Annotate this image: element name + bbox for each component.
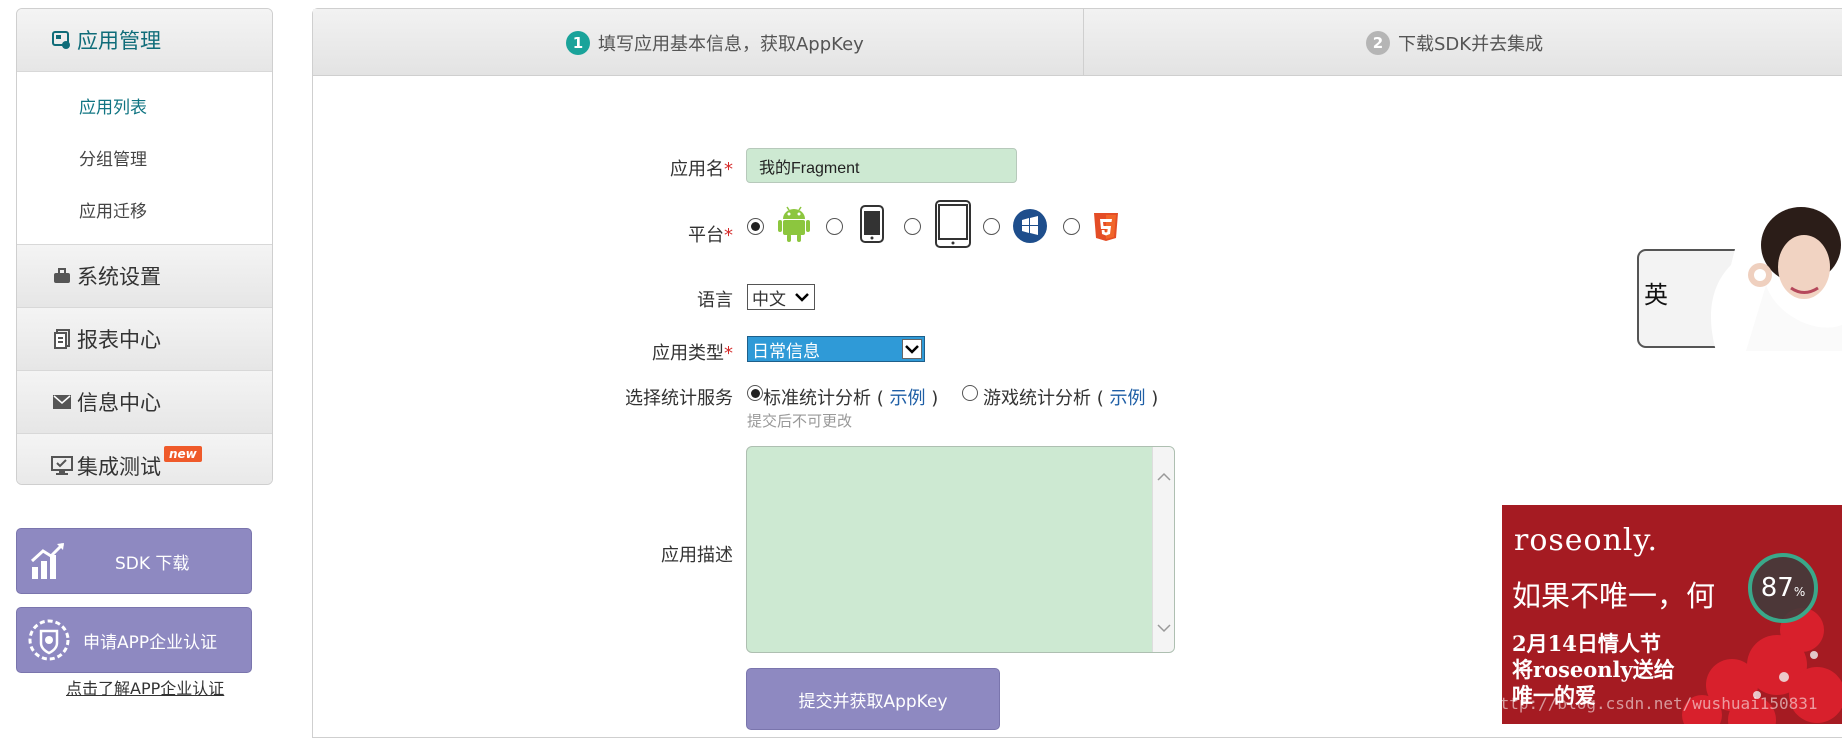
apply-enterprise-cert-button[interactable]: 申请APP企业认证 <box>16 607 252 673</box>
android-icon[interactable] <box>776 204 812 244</box>
app-name-input[interactable] <box>746 148 1017 183</box>
tablet-icon[interactable] <box>934 199 972 249</box>
sidebar-item-app-list[interactable]: 应用列表 <box>17 82 272 134</box>
game-example-link[interactable]: 示例 <box>1110 388 1146 409</box>
menu-message-center-label: 信息中心 <box>77 391 161 415</box>
step-2-number: 2 <box>1366 30 1390 55</box>
chevron-down-icon <box>902 339 922 359</box>
roseonly-promo-line-2: 将roseonly送给 <box>1512 657 1675 682</box>
performance-value: 87 <box>1760 573 1794 603</box>
app-management-icon <box>51 29 73 51</box>
app-name-label: 应用名* <box>670 155 733 181</box>
service-standard-option: 标准统计分析 ( 示例 ) <box>763 384 938 410</box>
platform-label: 平台* <box>688 221 733 247</box>
paren-open: ( <box>1096 388 1104 409</box>
envelope-icon <box>51 391 73 413</box>
roseonly-slogan: 如果不唯一，何 <box>1512 579 1716 613</box>
step-progress-bar: 1 填写应用基本信息，获取AppKey 2 下载SDK并去集成 <box>313 9 1842 76</box>
toolbox-icon <box>51 265 73 287</box>
service-hint: 提交后不可更改 <box>747 412 853 430</box>
language-select[interactable]: 中文 <box>747 284 815 310</box>
monitor-check-icon <box>51 455 73 477</box>
submit-get-appkey-button[interactable]: 提交并获取AppKey <box>746 668 1000 730</box>
app-description-textarea[interactable] <box>746 446 1175 653</box>
sdk-download-label: SDK 下载 <box>115 553 190 574</box>
app-type-label: 应用类型* <box>652 339 733 365</box>
required-mark: * <box>724 225 733 246</box>
menu-app-management-label: 应用管理 <box>77 29 161 53</box>
celebrity-ad-text: 英 <box>1644 281 1668 309</box>
blog-watermark: http://blog.csdn.net/wushuai150831 <box>1490 694 1818 713</box>
app-management-submenu: 应用列表 分组管理 应用迁移 <box>17 72 272 245</box>
standard-example-link[interactable]: 示例 <box>890 388 926 409</box>
celebrity-ad[interactable]: 英 <box>1636 205 1842 351</box>
stats-service-label: 选择统计服务 <box>625 388 733 409</box>
step-1-number: 1 <box>566 30 590 55</box>
platform-label-text: 平台 <box>688 225 724 246</box>
step-1-label: 填写应用基本信息，获取AppKey <box>598 33 864 55</box>
service-game-label: 游戏统计分析 <box>983 388 1091 409</box>
growth-chart-icon <box>25 537 73 585</box>
required-mark: * <box>724 159 733 180</box>
app-description-label: 应用描述 <box>661 545 733 566</box>
scroll-down-icon[interactable] <box>1157 618 1171 633</box>
phone-icon[interactable] <box>858 204 886 244</box>
menu-system-settings[interactable]: 系统设置 <box>17 245 272 308</box>
sidebar-item-group-management[interactable]: 分组管理 <box>17 134 272 186</box>
html5-icon[interactable] <box>1092 211 1120 243</box>
enterprise-cert-info-link[interactable]: 点击了解APP企业认证 <box>66 675 224 699</box>
menu-message-center[interactable]: 信息中心 <box>17 371 272 434</box>
textarea-scrollbar[interactable] <box>1152 447 1174 652</box>
performance-unit: % <box>1793 585 1806 599</box>
paren-open: ( <box>876 388 884 409</box>
roseonly-promo-line-1: 2月14日情人节 <box>1512 631 1661 656</box>
app-type-select-value: 日常信息 <box>752 341 820 362</box>
platform-radio-html5[interactable] <box>1063 218 1080 235</box>
sidebar-item-app-migration[interactable]: 应用迁移 <box>17 186 272 238</box>
step-2: 2 下载SDK并去集成 <box>1366 9 1543 76</box>
platform-radio-android[interactable] <box>747 218 764 235</box>
service-radio-game[interactable] <box>962 385 978 401</box>
paren-close: ) <box>931 388 939 409</box>
required-mark: * <box>724 343 733 364</box>
platform-radio-tablet[interactable] <box>904 218 921 235</box>
menu-integration-test[interactable]: 集成测试 new <box>17 434 272 484</box>
menu-report-center[interactable]: 报表中心 <box>17 308 272 371</box>
platform-radio-phone[interactable] <box>826 218 843 235</box>
chevron-down-icon <box>792 287 812 307</box>
step-2-label: 下载SDK并去集成 <box>1398 33 1544 55</box>
service-game-option: 游戏统计分析 ( 示例 ) <box>983 384 1158 410</box>
side-menu: 应用管理 应用列表 分组管理 应用迁移 系统设置 报表中心 信息中心 集成测试 … <box>16 8 273 485</box>
apply-enterprise-cert-label: 申请APP企业认证 <box>83 632 218 653</box>
paren-close: ) <box>1151 388 1159 409</box>
menu-report-center-label: 报表中心 <box>77 328 161 352</box>
service-radio-standard[interactable] <box>747 385 763 401</box>
menu-integration-test-label: 集成测试 <box>77 454 161 479</box>
language-select-value: 中文 <box>752 289 786 310</box>
new-badge: new <box>164 445 202 462</box>
scroll-up-icon[interactable] <box>1157 467 1171 481</box>
windows-icon[interactable] <box>1012 208 1048 244</box>
menu-system-settings-label: 系统设置 <box>77 265 161 289</box>
roseonly-brand: roseonly. <box>1514 523 1659 558</box>
service-standard-label: 标准统计分析 <box>763 388 871 409</box>
app-type-select[interactable]: 日常信息 <box>747 336 925 362</box>
report-icon <box>51 328 73 350</box>
language-label: 语言 <box>697 290 733 311</box>
app-name-label-text: 应用名 <box>670 159 724 180</box>
platform-radio-windows[interactable] <box>983 218 1000 235</box>
sdk-download-button[interactable]: SDK 下载 <box>16 528 252 594</box>
step-divider <box>1083 9 1084 76</box>
performance-meter[interactable]: 87% <box>1748 553 1818 623</box>
menu-app-management[interactable]: 应用管理 <box>17 9 272 72</box>
step-1: 1 填写应用基本信息，获取AppKey <box>566 9 864 76</box>
certificate-shield-icon <box>25 616 73 664</box>
app-type-label-text: 应用类型 <box>652 343 724 364</box>
